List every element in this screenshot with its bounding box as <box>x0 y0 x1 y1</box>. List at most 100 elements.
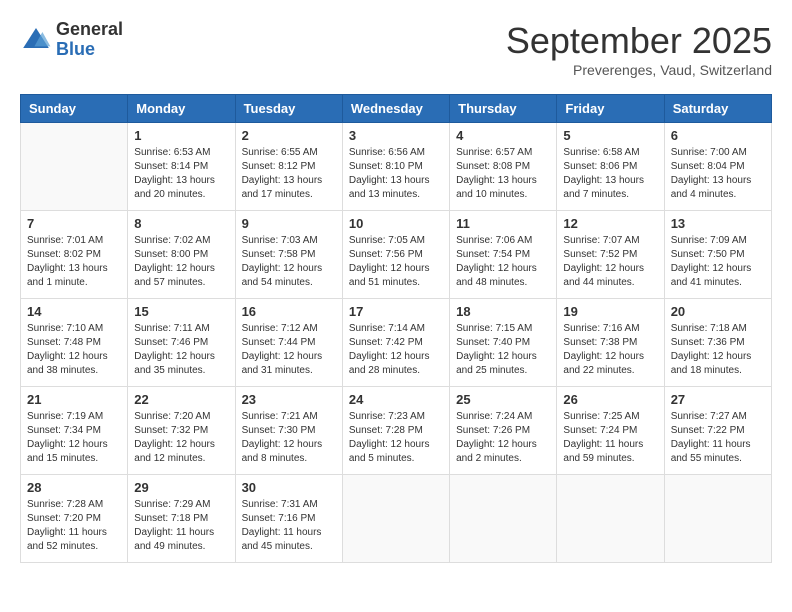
calendar-cell: 20Sunrise: 7:18 AM Sunset: 7:36 PM Dayli… <box>664 299 771 387</box>
day-number: 30 <box>242 480 336 495</box>
day-number: 25 <box>456 392 550 407</box>
day-info: Sunrise: 7:07 AM Sunset: 7:52 PM Dayligh… <box>563 234 657 290</box>
day-info: Sunrise: 6:55 AM Sunset: 8:12 PM Dayligh… <box>242 146 336 202</box>
day-number: 19 <box>563 304 657 319</box>
day-number: 27 <box>671 392 765 407</box>
calendar-cell: 2 Sunrise: 6:55 AM Sunset: 8:12 PM Daylig… <box>235 123 342 211</box>
calendar-cell: 18Sunrise: 7:15 AM Sunset: 7:40 PM Dayli… <box>450 299 557 387</box>
day-info: Sunrise: 7:21 AM Sunset: 7:30 PM Dayligh… <box>242 410 336 466</box>
day-number: 21 <box>27 392 121 407</box>
day-number: 1 <box>134 128 228 143</box>
day-info: Sunrise: 7:27 AM Sunset: 7:22 PM Dayligh… <box>671 410 765 466</box>
day-info: Sunrise: 7:10 AM Sunset: 7:48 PM Dayligh… <box>27 322 121 378</box>
header-saturday: Saturday <box>664 95 771 123</box>
calendar-cell: 28 Sunrise: 7:28 AM Sunset: 7:20 PM Dayli… <box>21 475 128 563</box>
day-info: Sunrise: 6:56 AM Sunset: 8:10 PM Dayligh… <box>349 146 443 202</box>
day-number: 22 <box>134 392 228 407</box>
calendar-cell: 7 Sunrise: 7:01 AM Sunset: 8:02 PM Daylig… <box>21 211 128 299</box>
week-row-2: 7 Sunrise: 7:01 AM Sunset: 8:02 PM Daylig… <box>21 211 772 299</box>
logo: General Blue <box>20 20 123 60</box>
calendar-cell: 8 Sunrise: 7:02 AM Sunset: 8:00 PM Daylig… <box>128 211 235 299</box>
calendar-cell: 27 Sunrise: 7:27 AM Sunset: 7:22 PM Dayli… <box>664 387 771 475</box>
week-row-3: 14Sunrise: 7:10 AM Sunset: 7:48 PM Dayli… <box>21 299 772 387</box>
calendar-cell: 24 Sunrise: 7:23 AM Sunset: 7:28 PM Dayli… <box>342 387 449 475</box>
day-number: 8 <box>134 216 228 231</box>
day-info: Sunrise: 7:19 AM Sunset: 7:34 PM Dayligh… <box>27 410 121 466</box>
calendar-cell <box>21 123 128 211</box>
day-number: 12 <box>563 216 657 231</box>
calendar-cell: 22Sunrise: 7:20 AM Sunset: 7:32 PM Dayli… <box>128 387 235 475</box>
day-number: 10 <box>349 216 443 231</box>
day-info: Sunrise: 6:53 AM Sunset: 8:14 PM Dayligh… <box>134 146 228 202</box>
day-number: 15 <box>134 304 228 319</box>
day-number: 29 <box>134 480 228 495</box>
day-number: 7 <box>27 216 121 231</box>
day-info: Sunrise: 7:02 AM Sunset: 8:00 PM Dayligh… <box>134 234 228 290</box>
calendar-cell: 3 Sunrise: 6:56 AM Sunset: 8:10 PM Daylig… <box>342 123 449 211</box>
day-number: 17 <box>349 304 443 319</box>
calendar-cell: 6 Sunrise: 7:00 AM Sunset: 8:04 PM Daylig… <box>664 123 771 211</box>
day-number: 6 <box>671 128 765 143</box>
month-title: September 2025 <box>506 20 772 62</box>
day-info: Sunrise: 7:25 AM Sunset: 7:24 PM Dayligh… <box>563 410 657 466</box>
day-info: Sunrise: 7:24 AM Sunset: 7:26 PM Dayligh… <box>456 410 550 466</box>
calendar-cell: 21 Sunrise: 7:19 AM Sunset: 7:34 PM Dayli… <box>21 387 128 475</box>
calendar-cell: 12 Sunrise: 7:07 AM Sunset: 7:52 PM Dayli… <box>557 211 664 299</box>
day-info: Sunrise: 7:01 AM Sunset: 8:02 PM Dayligh… <box>27 234 121 290</box>
day-info: Sunrise: 7:31 AM Sunset: 7:16 PM Dayligh… <box>242 498 336 554</box>
day-info: Sunrise: 7:15 AM Sunset: 7:40 PM Dayligh… <box>456 322 550 378</box>
calendar-cell <box>557 475 664 563</box>
header-friday: Friday <box>557 95 664 123</box>
calendar-cell: 23 Sunrise: 7:21 AM Sunset: 7:30 PM Dayli… <box>235 387 342 475</box>
day-number: 5 <box>563 128 657 143</box>
day-number: 9 <box>242 216 336 231</box>
day-number: 20 <box>671 304 765 319</box>
title-block: September 2025 Preverenges, Vaud, Switze… <box>506 20 772 78</box>
calendar-cell: 11Sunrise: 7:06 AM Sunset: 7:54 PM Dayli… <box>450 211 557 299</box>
week-row-5: 28 Sunrise: 7:28 AM Sunset: 7:20 PM Dayli… <box>21 475 772 563</box>
day-info: Sunrise: 7:28 AM Sunset: 7:20 PM Dayligh… <box>27 498 121 554</box>
logo-text: General Blue <box>56 20 123 60</box>
day-info: Sunrise: 7:23 AM Sunset: 7:28 PM Dayligh… <box>349 410 443 466</box>
day-info: Sunrise: 7:14 AM Sunset: 7:42 PM Dayligh… <box>349 322 443 378</box>
week-row-1: 1 Sunrise: 6:53 AM Sunset: 8:14 PM Daylig… <box>21 123 772 211</box>
day-info: Sunrise: 7:16 AM Sunset: 7:38 PM Dayligh… <box>563 322 657 378</box>
calendar-cell: 30 Sunrise: 7:31 AM Sunset: 7:16 PM Dayli… <box>235 475 342 563</box>
header-tuesday: Tuesday <box>235 95 342 123</box>
day-number: 23 <box>242 392 336 407</box>
day-info: Sunrise: 7:03 AM Sunset: 7:58 PM Dayligh… <box>242 234 336 290</box>
calendar-cell: 19 Sunrise: 7:16 AM Sunset: 7:38 PM Dayli… <box>557 299 664 387</box>
calendar-cell: 29Sunrise: 7:29 AM Sunset: 7:18 PM Dayli… <box>128 475 235 563</box>
day-info: Sunrise: 7:00 AM Sunset: 8:04 PM Dayligh… <box>671 146 765 202</box>
calendar-cell: 14Sunrise: 7:10 AM Sunset: 7:48 PM Dayli… <box>21 299 128 387</box>
logo-icon <box>20 24 52 56</box>
day-number: 2 <box>242 128 336 143</box>
day-info: Sunrise: 6:57 AM Sunset: 8:08 PM Dayligh… <box>456 146 550 202</box>
header-wednesday: Wednesday <box>342 95 449 123</box>
day-number: 11 <box>456 216 550 231</box>
calendar-cell <box>450 475 557 563</box>
calendar-cell: 13Sunrise: 7:09 AM Sunset: 7:50 PM Dayli… <box>664 211 771 299</box>
calendar-cell: 10Sunrise: 7:05 AM Sunset: 7:56 PM Dayli… <box>342 211 449 299</box>
day-info: Sunrise: 7:11 AM Sunset: 7:46 PM Dayligh… <box>134 322 228 378</box>
calendar-header-row: SundayMondayTuesdayWednesdayThursdayFrid… <box>21 95 772 123</box>
header-thursday: Thursday <box>450 95 557 123</box>
calendar-cell: 4 Sunrise: 6:57 AM Sunset: 8:08 PM Daylig… <box>450 123 557 211</box>
day-info: Sunrise: 7:09 AM Sunset: 7:50 PM Dayligh… <box>671 234 765 290</box>
day-number: 24 <box>349 392 443 407</box>
day-number: 4 <box>456 128 550 143</box>
location: Preverenges, Vaud, Switzerland <box>506 62 772 78</box>
calendar-cell <box>664 475 771 563</box>
logo-general-text: General <box>56 20 123 40</box>
week-row-4: 21 Sunrise: 7:19 AM Sunset: 7:34 PM Dayli… <box>21 387 772 475</box>
calendar-table: SundayMondayTuesdayWednesdayThursdayFrid… <box>20 94 772 563</box>
day-number: 28 <box>27 480 121 495</box>
day-info: Sunrise: 6:58 AM Sunset: 8:06 PM Dayligh… <box>563 146 657 202</box>
page-header: General Blue September 2025 Preverenges,… <box>20 20 772 78</box>
calendar-cell: 25 Sunrise: 7:24 AM Sunset: 7:26 PM Dayli… <box>450 387 557 475</box>
calendar-cell: 16Sunrise: 7:12 AM Sunset: 7:44 PM Dayli… <box>235 299 342 387</box>
header-sunday: Sunday <box>21 95 128 123</box>
day-number: 3 <box>349 128 443 143</box>
calendar-cell: 1 Sunrise: 6:53 AM Sunset: 8:14 PM Daylig… <box>128 123 235 211</box>
calendar-cell: 26Sunrise: 7:25 AM Sunset: 7:24 PM Dayli… <box>557 387 664 475</box>
